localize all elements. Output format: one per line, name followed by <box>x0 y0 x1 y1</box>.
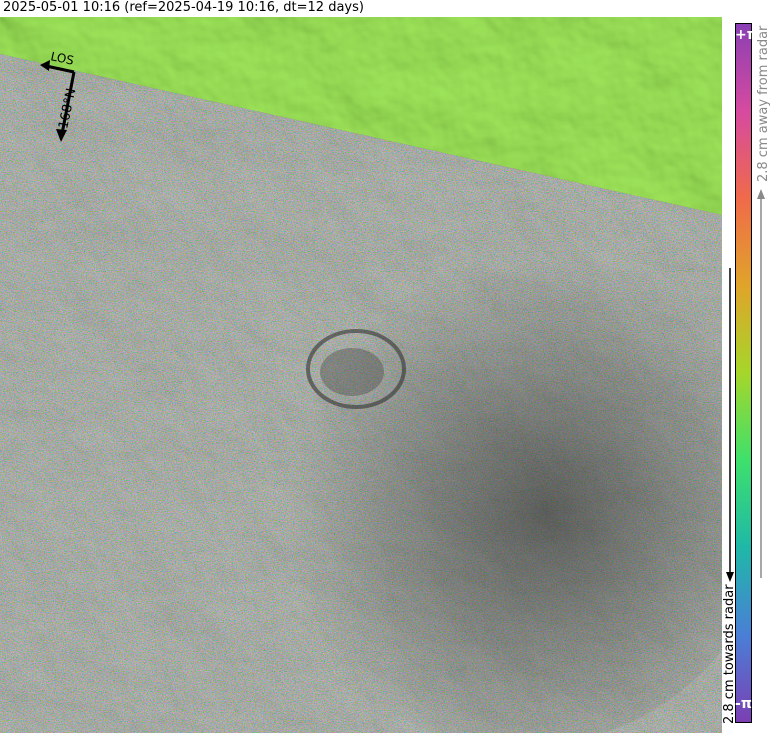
page-title: 2025-05-01 10:16 (ref=2025-04-19 10:16, … <box>3 0 364 15</box>
interferogram-view: 2025-05-01 10:16 (ref=2025-04-19 10:16, … <box>0 0 771 733</box>
phase-colorbar <box>735 23 752 723</box>
los-compass: LOS -168°N <box>40 49 79 142</box>
title-bar: 2025-05-01 10:16 (ref=2025-04-19 10:16, … <box>0 0 771 17</box>
colorbar-max-label: +π <box>735 27 758 43</box>
away-from-radar-label: 2.8 cm away from radar <box>756 25 771 182</box>
heading-label: -168°N <box>55 87 79 135</box>
los-label: LOS <box>49 49 75 68</box>
towards-radar-label: 2.8 cm towards radar <box>722 584 737 724</box>
colorbar-min-label: -π <box>735 696 752 712</box>
los-arrow-icon <box>40 60 50 71</box>
towards-arrow-icon <box>726 572 734 582</box>
away-arrow-icon <box>757 189 765 199</box>
